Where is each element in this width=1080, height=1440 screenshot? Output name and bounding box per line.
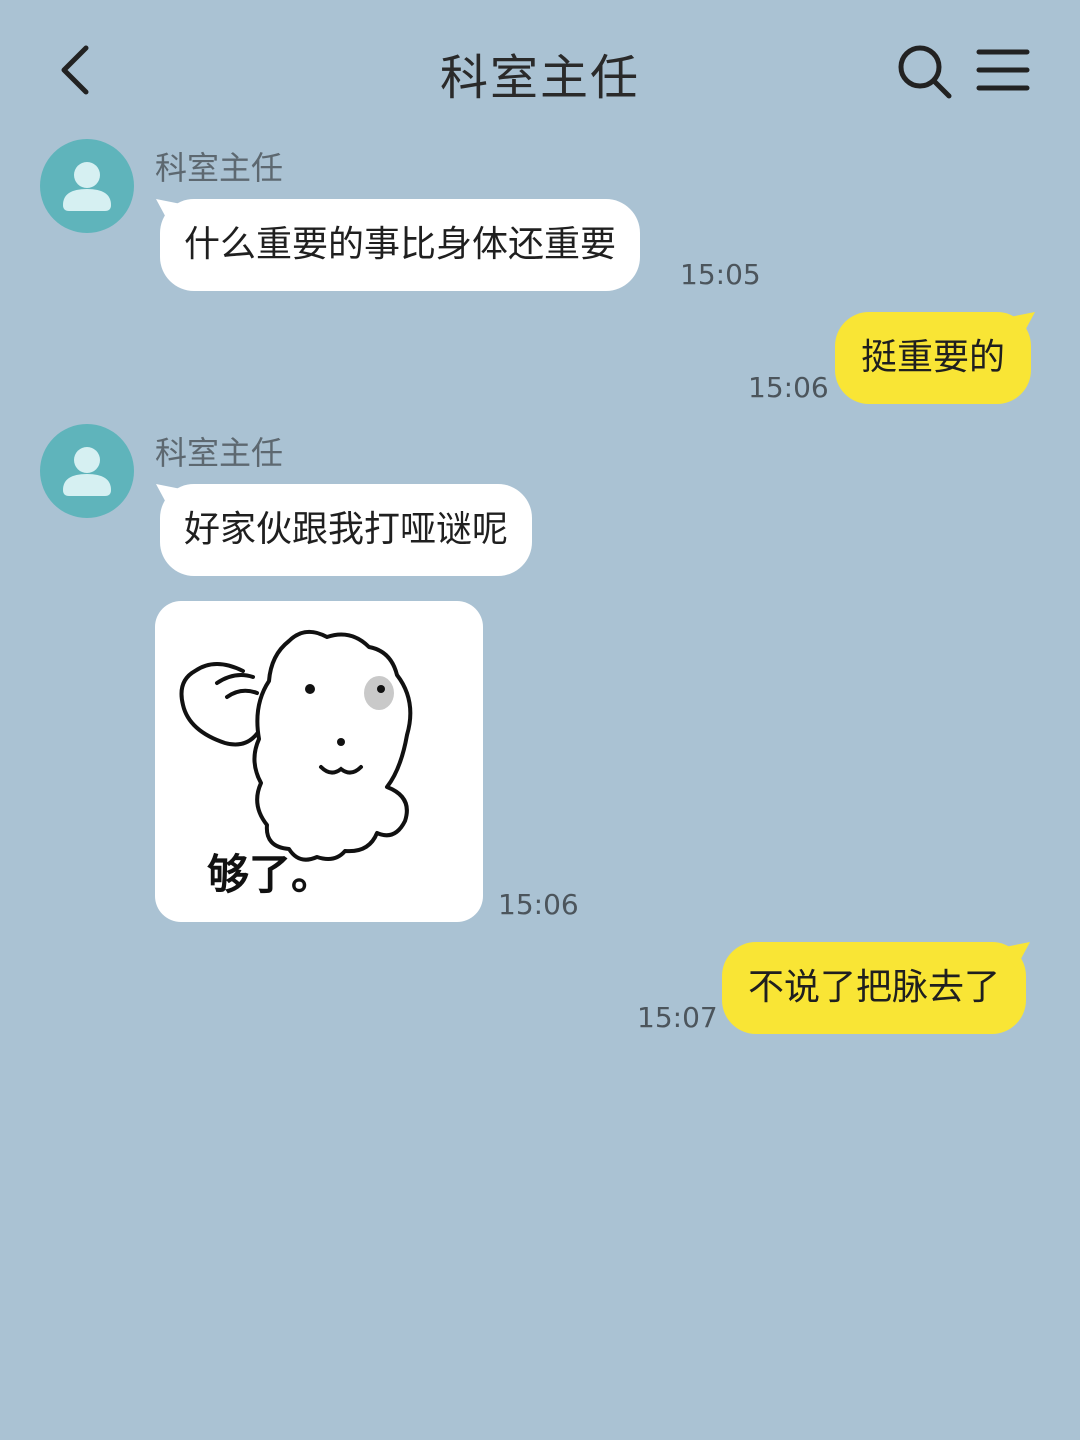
- person-icon: [63, 162, 111, 211]
- message-text: 不说了把脉去了: [748, 967, 1001, 1008]
- contact-avatar[interactable]: [40, 139, 134, 233]
- bubble-tail: [156, 484, 186, 510]
- message-timestamp: 15:07: [637, 1001, 718, 1034]
- outgoing-message-bubble[interactable]: 不说了把脉去了: [722, 942, 1031, 1034]
- sender-name: 科室主任: [155, 434, 284, 472]
- bubble-tail: [1000, 942, 1031, 968]
- menu-button[interactable]: [975, 44, 1031, 100]
- sender-name: 科室主任: [155, 149, 284, 187]
- message-text: 什么重要的事比身体还重要: [184, 224, 617, 265]
- person-icon: [63, 447, 111, 496]
- message-text: 好家伙跟我打哑谜呢: [184, 509, 509, 550]
- message-text: 挺重要的: [861, 337, 1006, 378]
- message-timestamp: 15:05: [680, 258, 761, 291]
- bubble-tail: [156, 199, 186, 225]
- outgoing-message-bubble[interactable]: 挺重要的: [835, 312, 1036, 404]
- chat-header: 科室主任: [0, 0, 1080, 140]
- incoming-message-bubble[interactable]: 好家伙跟我打哑谜呢: [156, 484, 533, 576]
- sticker-caption: 够了。: [207, 850, 334, 899]
- message-timestamp: 15:06: [498, 888, 579, 921]
- contact-avatar[interactable]: [40, 424, 134, 518]
- sticker-message[interactable]: 够了。: [155, 601, 483, 922]
- search-icon: [898, 45, 952, 99]
- search-button[interactable]: [895, 42, 955, 102]
- incoming-message-bubble[interactable]: 什么重要的事比身体还重要: [156, 199, 641, 291]
- bubble-tail: [1005, 312, 1036, 338]
- hamburger-menu-icon: [976, 49, 1030, 91]
- message-timestamp: 15:06: [748, 371, 829, 404]
